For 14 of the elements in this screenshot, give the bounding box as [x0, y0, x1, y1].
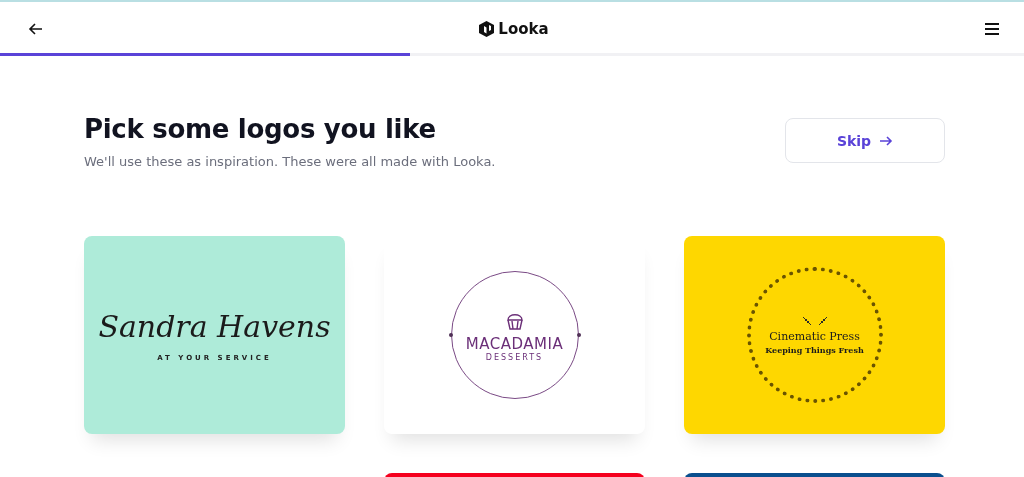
- arrow-right-icon: [879, 133, 894, 148]
- page-title: Pick some logos you like: [84, 114, 437, 144]
- logo-card[interactable]: MACADAMIA DESSERTS: [384, 236, 645, 434]
- page-subtitle: We'll use these as inspiration. These were all made with Looka.: [84, 154, 496, 169]
- laurel-icon: [800, 315, 829, 326]
- brand-name: Looka: [498, 19, 549, 38]
- logo-name: MACADAMIA: [465, 334, 564, 353]
- logo-card[interactable]: Cinematic Press Keeping Things Fresh: [684, 236, 945, 434]
- brand-logo-icon: [479, 20, 495, 37]
- skip-button[interactable]: Skip: [785, 118, 945, 163]
- logo-tagline: DESSERTS: [485, 352, 544, 362]
- logo-name: Sandra Havens: [98, 308, 331, 344]
- logo-tagline: Keeping Things Fresh: [765, 344, 864, 355]
- logo-name: Cinematic Press: [769, 329, 860, 343]
